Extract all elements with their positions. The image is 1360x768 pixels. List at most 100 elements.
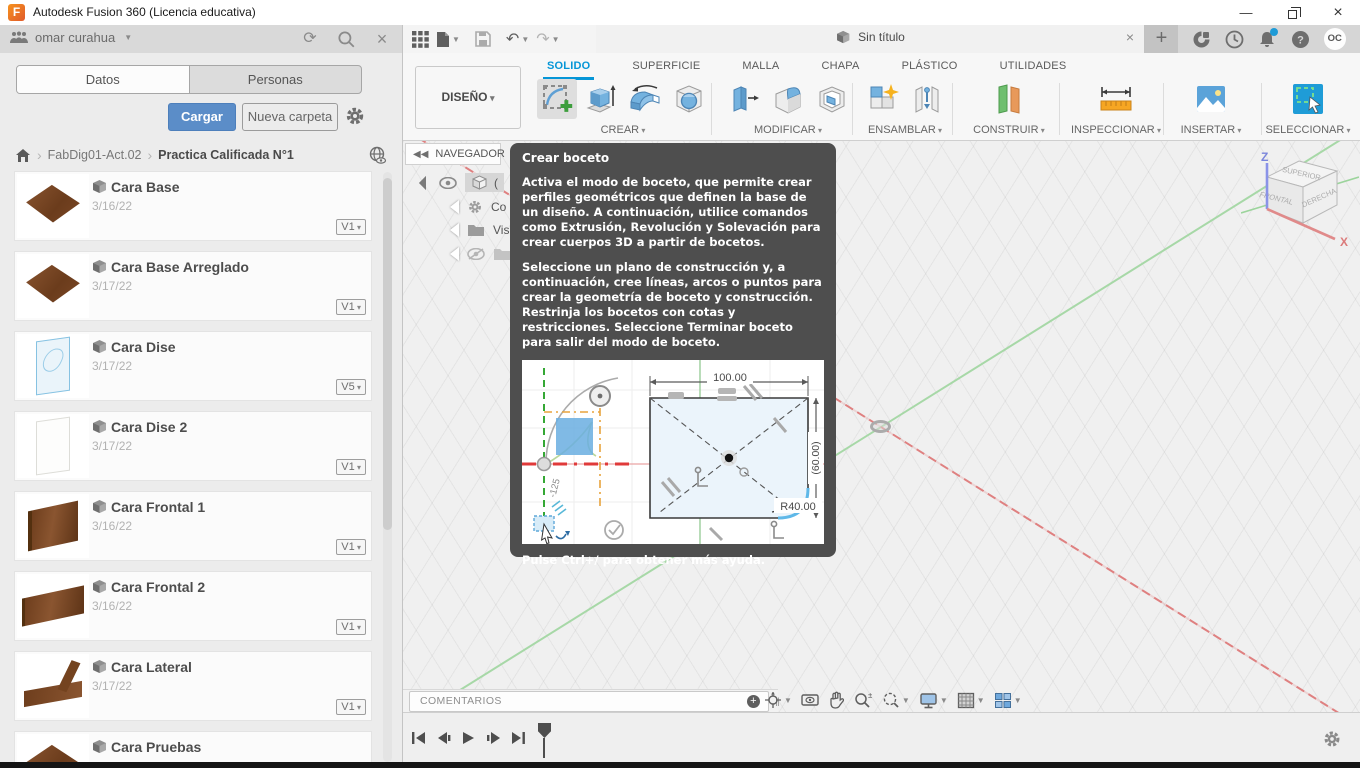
ribbon-tab-superficie[interactable]: SUPERFICIE (628, 57, 704, 80)
extensions-icon[interactable] (1192, 30, 1211, 49)
display-settings-button[interactable]: ▼ (919, 692, 948, 709)
home-icon[interactable] (15, 148, 31, 163)
version-dropdown[interactable]: V1 (336, 219, 366, 235)
job-status-clock-icon[interactable] (1225, 30, 1244, 49)
scrollbar-thumb[interactable] (383, 178, 392, 530)
notifications-button[interactable] (1258, 30, 1276, 49)
view-cube[interactable]: SUPERIOR FRONTAL DERECHA Z X (1241, 147, 1359, 251)
panel-settings-gear-icon[interactable] (344, 105, 366, 127)
fillet-button[interactable] (768, 79, 808, 119)
navigator-row-settings[interactable]: Co (441, 199, 506, 215)
look-at-button[interactable] (801, 692, 819, 708)
file-list-scrollbar[interactable] (383, 172, 392, 762)
skip-to-start-button[interactable] (411, 731, 426, 745)
expand-closed-icon[interactable] (441, 200, 459, 214)
tab-personas[interactable]: Personas (190, 66, 362, 93)
group-label-insertar[interactable]: INSERTAR (1161, 124, 1261, 136)
timeline-settings-gear-icon[interactable] (1322, 729, 1342, 749)
insert-image-button[interactable] (1191, 79, 1231, 119)
group-label-crear[interactable]: CREAR (533, 124, 713, 136)
measure-button[interactable] (1096, 79, 1136, 119)
navigator-row-views[interactable]: Vis (441, 223, 509, 237)
visibility-off-eye-icon[interactable] (467, 248, 485, 260)
search-icon[interactable] (336, 29, 356, 49)
globe-share-icon[interactable] (368, 146, 387, 165)
app-grid-icon[interactable] (412, 31, 429, 48)
file-card[interactable]: Cara Lateral 3/17/22 V1 (15, 652, 371, 720)
file-card[interactable]: Cara Dise 2 3/17/22 V1 (15, 412, 371, 480)
pan-button[interactable] (828, 691, 844, 709)
viewports-button[interactable]: ▼ (994, 692, 1022, 709)
expand-closed-icon[interactable] (441, 247, 459, 261)
navigator-root-item[interactable]: ( (465, 173, 504, 192)
version-dropdown[interactable]: V1 (336, 459, 366, 475)
collapse-panel-icon[interactable]: ◀◀ (413, 149, 428, 160)
create-sketch-button[interactable] (537, 79, 577, 119)
undo-button[interactable]: ↶▼ (506, 29, 529, 49)
breadcrumb-parent[interactable]: FabDig01-Act.02 (48, 148, 142, 162)
user-menu[interactable]: omar curahua ▼ (10, 30, 132, 45)
upload-button[interactable]: Cargar (168, 103, 236, 131)
version-dropdown[interactable]: V1 (336, 699, 366, 715)
document-tab[interactable]: Sin título × (596, 25, 1145, 53)
file-card[interactable]: Cara Frontal 2 3/16/22 V1 (15, 572, 371, 640)
file-card[interactable]: Cara Base Arreglado 3/17/22 V1 (15, 252, 371, 320)
primitive-cylinder-button[interactable] (669, 79, 709, 119)
zoom-button[interactable]: ± (853, 691, 872, 709)
group-label-modificar[interactable]: MODIFICAR (718, 124, 858, 136)
joint-button[interactable] (907, 79, 947, 119)
construction-plane-button[interactable] (989, 79, 1029, 119)
restore-button[interactable] (1270, 0, 1314, 25)
tab-datos[interactable]: Datos (17, 66, 190, 93)
redo-button[interactable]: ↷▼ (536, 29, 559, 49)
step-forward-button[interactable] (486, 731, 501, 745)
new-component-button[interactable] (863, 79, 903, 119)
workspace-selector[interactable]: DISEÑO (415, 66, 521, 129)
file-card[interactable]: Cara Dise 3/17/22 V5 (15, 332, 371, 400)
shell-button[interactable] (812, 79, 852, 119)
new-tab-button[interactable]: + (1145, 25, 1178, 53)
ribbon-tab-solido[interactable]: SOLIDO (543, 57, 594, 80)
file-card[interactable]: Cara Base 3/16/22 V1 (15, 172, 371, 240)
viewport-canvas[interactable]: ◀◀ NAVEGADOR ( Co Vis Crear boceto Activ… (403, 141, 1360, 712)
step-back-button[interactable] (436, 731, 451, 745)
origin-point[interactable] (870, 420, 891, 433)
timeline-marker-head[interactable] (538, 723, 551, 738)
new-folder-button[interactable]: Nueva carpeta (242, 103, 338, 131)
press-pull-button[interactable] (724, 79, 764, 119)
version-dropdown[interactable]: V1 (336, 619, 366, 635)
visibility-eye-icon[interactable] (439, 177, 457, 189)
orbit-button[interactable]: ▼ (764, 691, 792, 709)
navigator-row-origin[interactable] (441, 247, 519, 261)
help-icon[interactable]: ? (1291, 30, 1310, 49)
grid-settings-button[interactable]: ▼ (957, 692, 985, 709)
version-dropdown[interactable]: V1 (336, 299, 366, 315)
minimize-button[interactable]: — (1224, 0, 1268, 25)
save-icon[interactable] (475, 31, 491, 47)
expand-open-icon[interactable] (419, 175, 433, 189)
ribbon-tab-malla[interactable]: MALLA (738, 57, 783, 80)
version-dropdown[interactable]: V1 (336, 539, 366, 555)
close-window-button[interactable]: × (1316, 0, 1360, 25)
expand-closed-icon[interactable] (441, 223, 459, 237)
revolve-button[interactable] (625, 79, 665, 119)
navigator-root-row[interactable]: ( (421, 173, 504, 192)
version-dropdown[interactable]: V5 (336, 379, 366, 395)
skip-to-end-button[interactable] (511, 731, 526, 745)
close-panel-icon[interactable]: × (372, 29, 392, 49)
user-avatar[interactable]: OC (1324, 28, 1346, 50)
group-label-construir[interactable]: CONSTRUIR (959, 124, 1059, 136)
ribbon-tab-utilidades[interactable]: UTILIDADES (996, 57, 1071, 80)
ribbon-tab-plastico[interactable]: PLÁSTICO (898, 57, 962, 80)
file-card[interactable]: Cara Frontal 1 3/16/22 V1 (15, 492, 371, 560)
file-menu-button[interactable]: ▼ (436, 31, 460, 48)
select-button[interactable] (1288, 79, 1328, 119)
file-card[interactable]: Cara Pruebas (15, 732, 371, 762)
refresh-icon[interactable]: ⟳ (300, 29, 320, 49)
zoom-window-button[interactable]: ▼ (881, 691, 910, 709)
close-tab-icon[interactable]: × (1126, 29, 1134, 45)
ribbon-tab-chapa[interactable]: CHAPA (817, 57, 863, 80)
comments-input[interactable]: COMENTARIOS + (409, 691, 769, 712)
group-label-seleccionar[interactable]: SELECCIONAR (1258, 124, 1358, 136)
group-label-ensamblar[interactable]: ENSAMBLAR (855, 124, 955, 136)
